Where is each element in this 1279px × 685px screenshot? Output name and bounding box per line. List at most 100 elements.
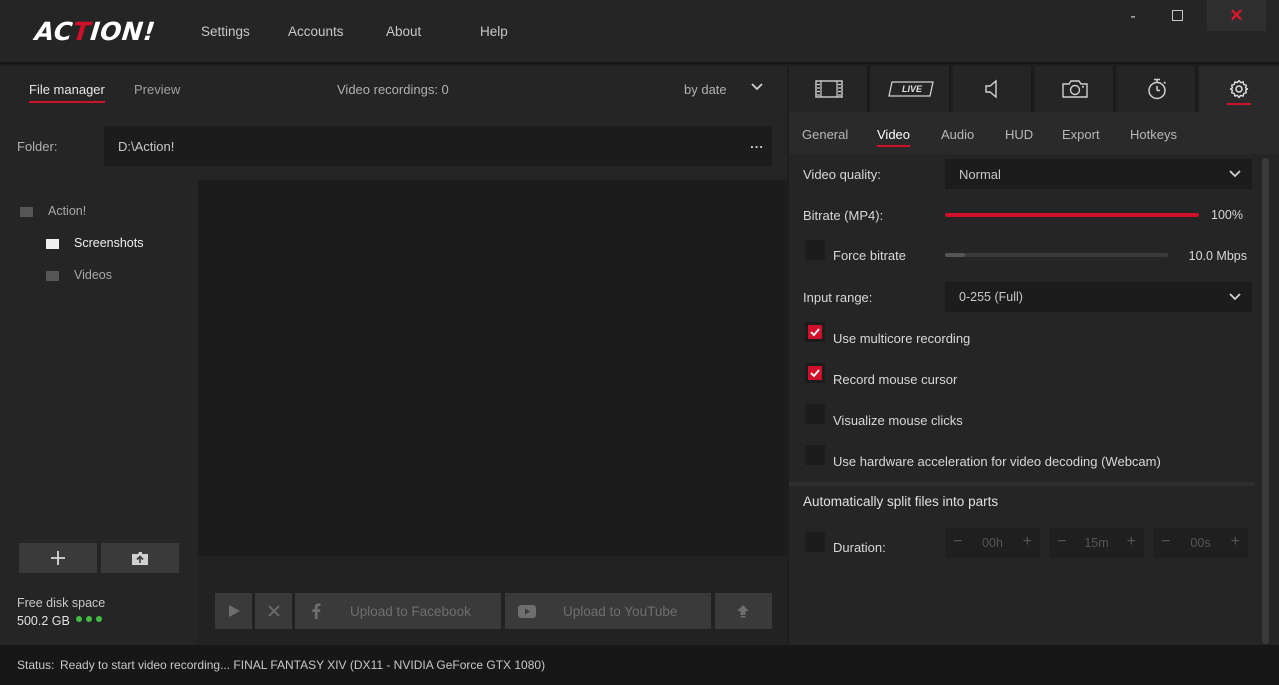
subtab-video[interactable]: Video	[877, 127, 911, 147]
checkmark-icon	[810, 369, 820, 378]
force-bitrate-checkbox[interactable]	[805, 240, 825, 260]
force-bitrate-value: 10.0 Mbps	[1188, 249, 1247, 263]
youtube-icon	[518, 605, 536, 618]
tab-general-settings[interactable]	[1199, 66, 1279, 112]
duration-minutes-stepper[interactable]: − 15m +	[1049, 528, 1144, 558]
add-folder-button[interactable]	[19, 543, 97, 573]
maximize-icon	[1171, 10, 1183, 21]
duration-hours-stepper[interactable]: − 00h +	[945, 528, 1040, 558]
mouse-cursor-checkbox[interactable]	[805, 363, 825, 383]
app-logo: ACTION!	[33, 17, 157, 46]
status-text: Ready to start video recording... FINAL …	[60, 658, 546, 672]
subtab-audio[interactable]: Audio	[941, 127, 974, 142]
video-settings: Video quality: Normal Bitrate (MP4): 100…	[789, 154, 1279, 645]
section-divider	[789, 482, 1254, 486]
menu-about[interactable]: About	[386, 24, 421, 39]
open-folder-button[interactable]	[101, 543, 179, 573]
bitrate-label: Bitrate (MP4):	[803, 208, 884, 223]
plus-icon[interactable]: +	[1023, 533, 1032, 551]
tree-item-label: Screenshots	[74, 236, 144, 250]
duration-label: Duration:	[833, 540, 886, 555]
subtab-general[interactable]: General	[802, 127, 848, 142]
active-tab-underline	[1227, 103, 1251, 105]
subtab-hotkeys[interactable]: Hotkeys	[1130, 127, 1177, 142]
minimize-button[interactable]: -	[1118, 8, 1148, 40]
file-list-area[interactable]	[198, 180, 787, 556]
file-manager-tabs: File manager Preview Video recordings: 0…	[0, 66, 787, 114]
upload-icon	[737, 605, 749, 618]
settings-panel: LIVE General Video Audio HUD Export Hotk…	[789, 66, 1279, 645]
duration-checkbox[interactable]	[805, 532, 825, 552]
mouse-cursor-label: Record mouse cursor	[833, 372, 958, 387]
hw-accel-label: Use hardware acceleration for video deco…	[833, 454, 1161, 469]
upload-facebook-button[interactable]: Upload to Facebook	[295, 593, 501, 629]
tab-file-manager[interactable]: File manager	[29, 82, 105, 103]
input-range-dropdown[interactable]: 0-255 (Full)	[945, 282, 1252, 312]
tree-item-videos[interactable]: Videos	[46, 268, 186, 286]
subtab-export[interactable]: Export	[1062, 127, 1100, 142]
mouse-clicks-checkbox[interactable]	[805, 404, 825, 424]
delete-button[interactable]	[255, 593, 292, 629]
force-bitrate-slider-fill	[945, 253, 966, 257]
video-quality-value: Normal	[959, 167, 1001, 182]
tree-item-screenshots[interactable]: Screenshots	[46, 236, 186, 254]
free-disk-label: Free disk space	[17, 596, 106, 610]
title-bar: ACTION! Settings Accounts About Help - ✕	[0, 0, 1279, 64]
disk-status-dot	[86, 616, 92, 622]
menu-accounts[interactable]: Accounts	[288, 24, 344, 39]
plus-icon	[51, 551, 65, 565]
tree-item-label: Videos	[74, 268, 112, 282]
sort-dropdown[interactable]: by date	[684, 82, 727, 97]
tab-audio-settings[interactable]	[953, 66, 1033, 112]
delete-icon	[268, 605, 280, 617]
bitrate-slider-fill	[945, 213, 1199, 217]
subtab-hud[interactable]: HUD	[1005, 127, 1033, 142]
upload-youtube-button[interactable]: Upload to YouTube	[505, 593, 711, 629]
chevron-down-icon[interactable]	[750, 80, 764, 94]
tab-timer[interactable]	[1117, 66, 1197, 112]
tab-screenshot[interactable]	[1035, 66, 1115, 112]
gear-icon	[1229, 79, 1249, 99]
folder-tree: Action! Screenshots Videos Free disk spa…	[0, 180, 198, 645]
upload-youtube-label: Upload to YouTube	[563, 604, 678, 619]
split-files-title: Automatically split files into parts	[803, 494, 999, 509]
plus-icon[interactable]: +	[1231, 533, 1240, 551]
chevron-down-icon	[1229, 170, 1241, 178]
settings-scrollbar[interactable]	[1262, 158, 1269, 644]
tab-live-streaming[interactable]: LIVE	[871, 66, 951, 112]
browse-folder-button[interactable]: ...	[750, 136, 764, 151]
multicore-checkbox[interactable]	[805, 322, 825, 342]
input-range-value: 0-255 (Full)	[959, 290, 1023, 304]
timer-icon	[1148, 78, 1167, 100]
video-quality-label: Video quality:	[803, 167, 881, 182]
menu-help[interactable]: Help	[480, 24, 508, 39]
close-icon: ✕	[1229, 6, 1244, 25]
live-label: LIVE	[902, 84, 923, 94]
play-button[interactable]	[215, 593, 252, 629]
duration-seconds-stepper[interactable]: − 00s +	[1153, 528, 1248, 558]
video-quality-dropdown[interactable]: Normal	[945, 159, 1252, 189]
tree-item-label: Action!	[48, 204, 87, 218]
settings-icon-tabs: LIVE	[789, 66, 1279, 112]
plus-icon[interactable]: +	[1127, 533, 1136, 551]
play-icon	[229, 605, 240, 617]
tree-item-action[interactable]: Action!	[20, 204, 180, 222]
file-manager-panel: File manager Preview Video recordings: 0…	[0, 66, 787, 645]
disk-status-dot	[76, 616, 82, 622]
menu-settings[interactable]: Settings	[201, 24, 250, 39]
maximize-button[interactable]	[1162, 8, 1192, 40]
tab-preview[interactable]: Preview	[134, 82, 180, 97]
folder-open-icon	[132, 552, 148, 565]
hw-accel-checkbox[interactable]	[805, 445, 825, 465]
free-disk-value: 500.2 GB	[17, 614, 70, 628]
recordings-count: Video recordings: 0	[337, 82, 449, 97]
bitrate-slider[interactable]	[945, 213, 1199, 217]
tab-video-recording[interactable]	[789, 66, 869, 112]
force-bitrate-slider[interactable]	[945, 253, 1168, 257]
folder-path-field[interactable]: D:\Action! ...	[104, 126, 772, 166]
folder-path-value: D:\Action!	[118, 139, 175, 154]
folder-icon	[46, 239, 59, 249]
multicore-label: Use multicore recording	[833, 331, 971, 346]
close-button[interactable]: ✕	[1207, 0, 1266, 31]
upload-button[interactable]	[715, 593, 772, 629]
